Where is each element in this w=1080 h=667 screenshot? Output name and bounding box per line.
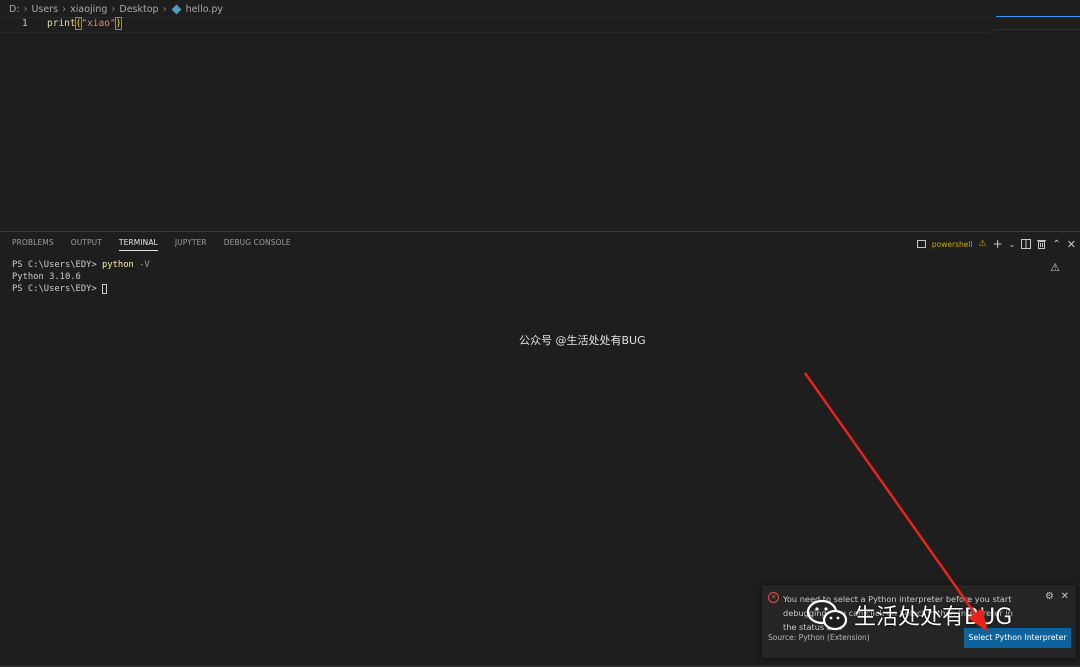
chevron-right-icon: › [162,3,167,15]
terminal-output[interactable]: PS C:\Users\EDY> python -V Python 3.10.6… [12,259,150,295]
plus-icon[interactable]: + [993,237,1003,251]
maximize-panel-icon[interactable]: ⌃ [1052,239,1060,250]
watermark-text: 公众号 @生活处处有BUG [519,334,646,347]
notification-source: Source: Python (Extension) [768,633,870,642]
terminal-command: python [102,260,134,270]
tab-debug-console[interactable]: DEBUG CONSOLE [224,238,291,251]
breadcrumb: D: › Users › xiaojing › Desktop › hello.… [0,0,1080,18]
wechat-icon [806,599,848,631]
chevron-right-icon: › [62,3,67,15]
line-number: 1 [22,18,28,29]
panel-actions: powershell ⚠ + ⌄ ⌃ ✕ [916,237,1076,251]
code-string: "xiao" [81,18,116,29]
minimap[interactable] [993,29,1080,30]
chevron-right-icon: › [23,3,28,15]
scrollbar-accent [996,16,1080,17]
close-panel-icon[interactable]: ✕ [1067,238,1076,251]
close-icon[interactable]: ✕ [1061,591,1069,602]
tab-output[interactable]: OUTPUT [71,238,102,251]
terminal-flag: -V [133,260,150,270]
warning-icon[interactable]: ⚠ [979,239,987,249]
terminal-icon [916,240,926,248]
terminal-prompt: PS C:\Users\EDY> [12,260,103,270]
breadcrumb-item-desktop[interactable]: Desktop [119,4,158,15]
breadcrumb-item-users[interactable]: Users [32,4,59,15]
code-function: print [47,18,76,29]
code-line[interactable]: print("xiao") [47,17,123,30]
breadcrumb-item-drive[interactable]: D: [9,4,20,15]
watermark-logo: 生活处处有BUG [806,598,1012,632]
terminal-line: Python 3.10.6 [12,272,81,282]
tab-terminal[interactable]: TERMINAL [118,238,158,251]
chevron-down-icon[interactable]: ⌄ [1009,240,1016,249]
split-terminal-icon[interactable] [1021,239,1032,249]
text-cursor [121,18,123,29]
warning-icon[interactable]: ⚠ [1050,261,1060,274]
error-icon: ✕ [768,592,779,603]
shell-label[interactable]: powershell [932,240,973,249]
tab-jupyter[interactable]: JUPYTER [175,238,207,251]
breadcrumb-item-xiaojing[interactable]: xiaojing [70,4,107,15]
current-line-highlight [0,17,990,33]
panel-tabs: PROBLEMS OUTPUT TERMINAL JUPYTER DEBUG C… [12,238,291,251]
gear-icon[interactable]: ⚙ [1045,591,1054,602]
tab-problems[interactable]: PROBLEMS [12,238,54,251]
chevron-right-icon: › [111,3,116,15]
python-file-icon [171,4,182,14]
breadcrumb-item-file[interactable]: hello.py [186,4,223,15]
terminal-prompt: PS C:\Users\EDY> [12,284,103,294]
terminal-cursor [102,283,108,294]
trash-icon[interactable] [1037,239,1047,249]
watermark-big-text: 生活处处有BUG [854,605,1013,630]
